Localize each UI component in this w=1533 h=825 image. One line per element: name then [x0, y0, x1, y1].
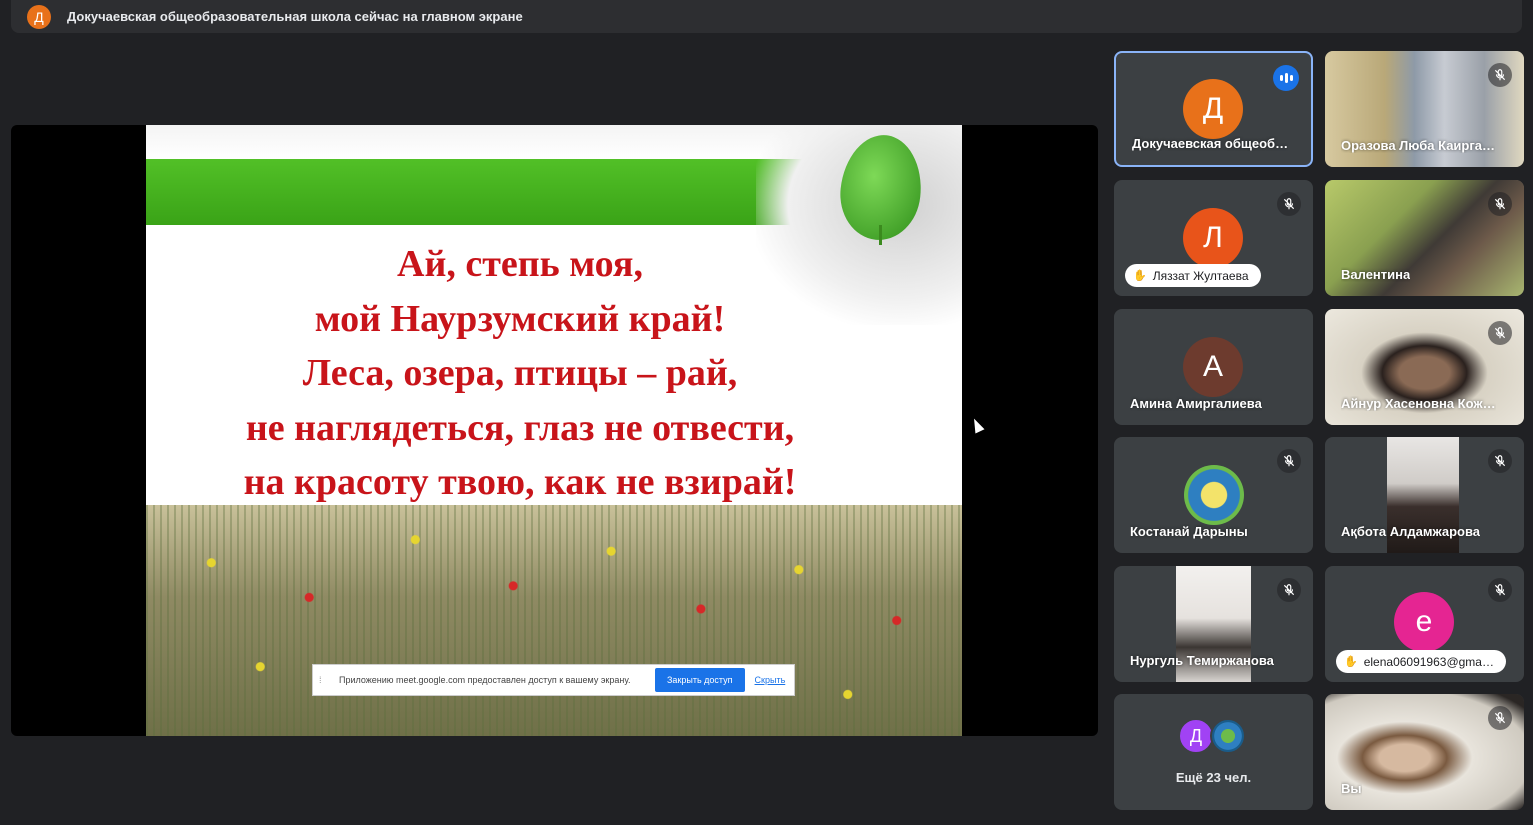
presentation-status-text: Докучаевская общеобразовательная школа с… — [67, 9, 523, 24]
mic-off-icon — [1488, 63, 1512, 87]
participant-tile[interactable]: Айнур Хасеновна Кож… — [1325, 309, 1524, 425]
drag-handle-icon[interactable]: ⁞ — [319, 675, 327, 685]
mic-off-icon — [1277, 449, 1301, 473]
participant-avatar: Д — [1178, 718, 1214, 754]
organization-logo-icon — [1184, 465, 1244, 525]
poem-line: Ай, степь моя, — [397, 243, 643, 285]
speaking-indicator-icon — [1273, 65, 1299, 91]
screen-share-stage: Ай, степь моя, мой Наурзумский край! Лес… — [11, 125, 1098, 736]
participant-name: Вы — [1341, 781, 1362, 796]
tulip-field-image — [146, 505, 962, 736]
mic-off-icon — [1488, 706, 1512, 730]
participant-name: Айнур Хасеновна Кож… — [1341, 396, 1496, 411]
more-participants-tile[interactable]: Д Ещё 23 чел. — [1114, 694, 1313, 810]
presentation-banner: Д Докучаевская общеобразовательная школа… — [11, 0, 1522, 33]
participant-tile[interactable]: Нургуль Темиржанова — [1114, 566, 1313, 682]
participant-name: Ляззат Жултаева — [1152, 268, 1249, 283]
participant-tile[interactable]: Оразова Люба Каирга… — [1325, 51, 1524, 167]
poem-line: мой Наурзумский край! — [314, 297, 726, 340]
participant-tile[interactable]: А Амина Амиргалиева — [1114, 309, 1313, 425]
participant-name: Докучаевская общеоб… — [1132, 136, 1289, 151]
presenter-avatar: Д — [27, 4, 51, 29]
share-notice-text: Приложению meet.google.com предоставлен … — [339, 675, 631, 685]
participant-tile[interactable]: Ақбота Алдамжарова — [1325, 437, 1524, 553]
stop-sharing-button[interactable]: Закрыть доступ — [655, 668, 745, 692]
participant-tile[interactable]: е ✋ elena06091963@gma… — [1325, 566, 1524, 682]
poem-line: на красоту твою, как не взирай! — [243, 461, 797, 503]
participant-avatar: Л — [1183, 208, 1243, 268]
mic-off-icon — [1488, 578, 1512, 602]
participant-tile[interactable]: Валентина — [1325, 180, 1524, 296]
hide-notice-link[interactable]: Скрыть — [755, 675, 786, 685]
poem-line: Леса, озера, птицы – рай, — [302, 352, 738, 394]
raised-hand-badge: ✋ elena06091963@gma… — [1336, 650, 1506, 673]
raised-hand-icon: ✋ — [1133, 270, 1147, 282]
participant-avatar: е — [1394, 592, 1454, 652]
poem-line: не наглядеться, глаз не отвести, — [245, 406, 795, 449]
mic-off-icon — [1488, 321, 1512, 345]
participant-tile[interactable]: Костанай Дарыны — [1114, 437, 1313, 553]
participant-name: Костанай Дарыны — [1130, 524, 1248, 539]
raised-hand-icon: ✋ — [1344, 656, 1358, 668]
presentation-slide: Ай, степь моя, мой Наурзумский край! Лес… — [146, 125, 962, 736]
mic-off-icon — [1488, 192, 1512, 216]
mic-off-icon — [1277, 192, 1301, 216]
participant-avatar: Д — [1183, 79, 1243, 139]
mic-off-icon — [1488, 449, 1512, 473]
participant-tile[interactable]: Л ✋ Ляззат Жултаева — [1114, 180, 1313, 296]
participant-name: Валентина — [1341, 267, 1411, 282]
participant-name: elena06091963@gma… — [1363, 654, 1494, 669]
poem-text: Ай, степь моя, мой Наурзумский край! Лес… — [146, 237, 894, 510]
self-view-tile[interactable]: Вы — [1325, 694, 1524, 810]
screen-share-notice: ⁞ Приложению meet.google.com предоставле… — [312, 664, 795, 696]
raised-hand-badge: ✋ Ляззат Жултаева — [1125, 264, 1261, 287]
participant-tile[interactable]: Д Докучаевская общеоб… — [1114, 51, 1313, 167]
participant-name: Нургуль Темиржанова — [1130, 653, 1274, 668]
participant-avatar: А — [1183, 337, 1243, 397]
participant-name: Ақбота Алдамжарова — [1341, 524, 1481, 539]
more-participants-label: Ещё 23 чел. — [1175, 770, 1252, 785]
organization-logo-icon — [1210, 718, 1246, 754]
participant-name: Оразова Люба Каирга… — [1341, 138, 1496, 153]
participant-name: Амина Амиргалиева — [1130, 396, 1262, 411]
mic-off-icon — [1277, 578, 1301, 602]
